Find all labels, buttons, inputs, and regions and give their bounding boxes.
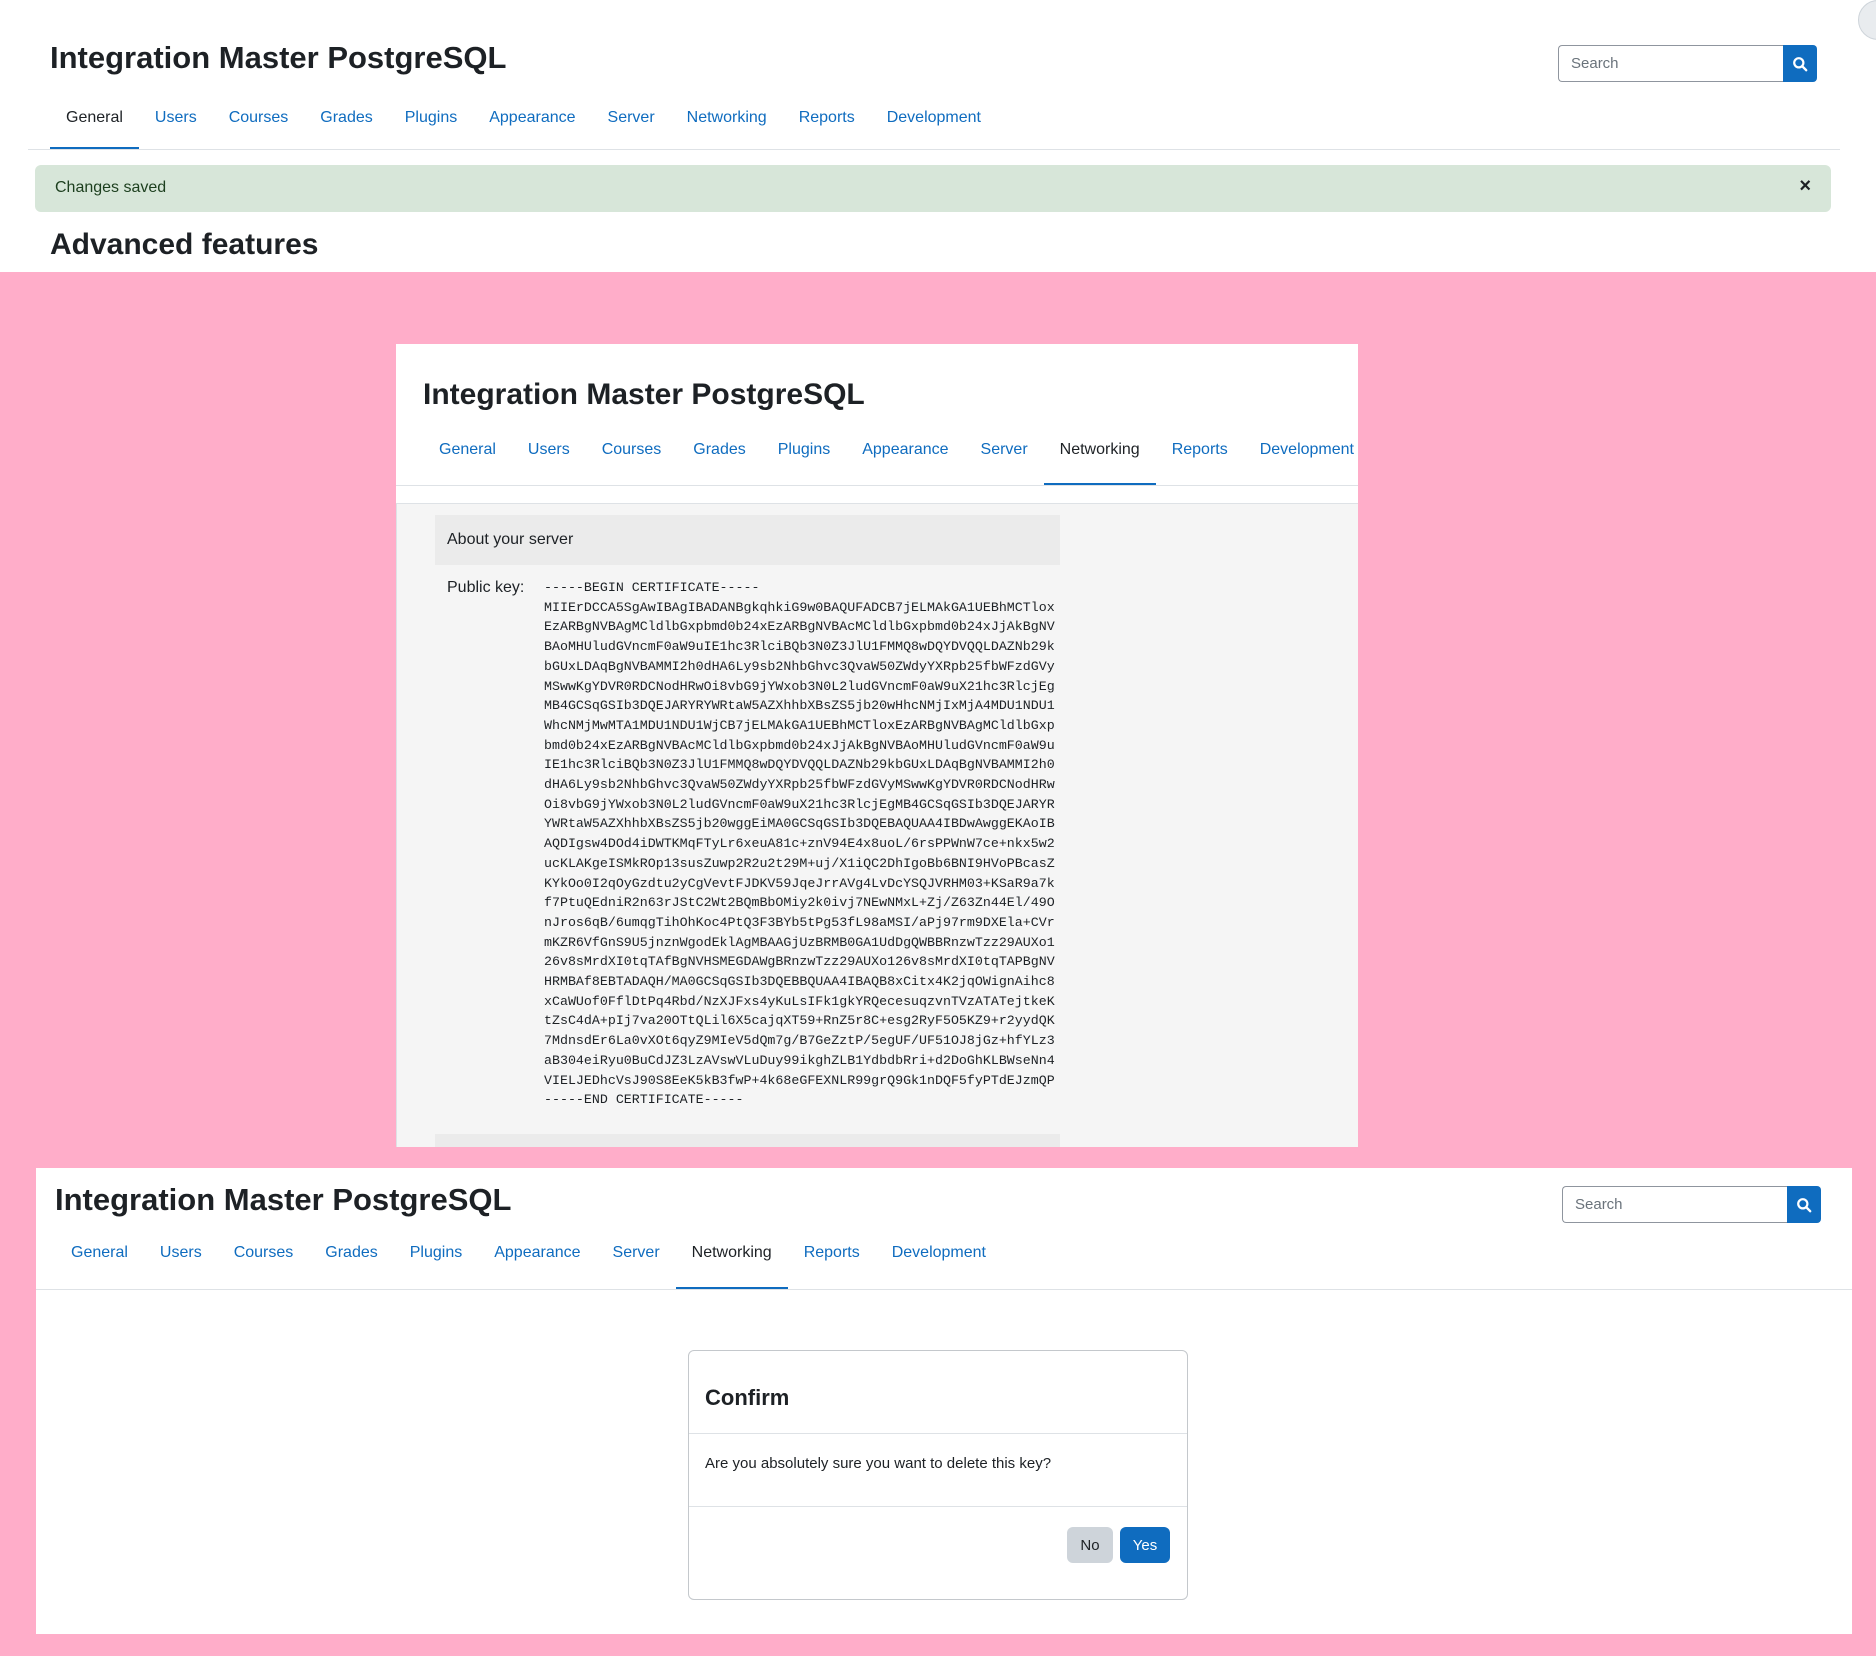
public-key-label: Public key: (447, 579, 525, 596)
section-header-about-server: About your server (435, 515, 1060, 565)
tab-general[interactable]: General (50, 100, 139, 150)
tab-courses[interactable]: Courses (213, 100, 305, 150)
public-key-line: f7PtuQEdniR2n63rJStC2Wt2BQmBbOMiy2k0ivj7… (544, 895, 1055, 911)
tab-networking[interactable]: Networking (1043, 432, 1156, 486)
search-button[interactable] (1783, 45, 1817, 82)
tab-grades[interactable]: Grades (304, 100, 388, 150)
public-key-line: bGUxLDAqBgNVBAMMI2h0dHA6Ly9sb2NhbGhvc3Qv… (544, 658, 1055, 674)
site-title: Integration Master PostgreSQL (55, 1182, 512, 1217)
public-key-line: AQDIgsw4DOd4iDWTKMqFTyLr6xeuA81c+znV94E4… (544, 836, 1055, 852)
tab-server[interactable]: Server (597, 1235, 676, 1290)
public-key-line: xCaWUof0FflDtPq4Rbd/NzXJFxs4yKuLsIFk1gkY… (544, 993, 1055, 1009)
confirm-dialog: Confirm Are you absolutely sure you want… (688, 1350, 1188, 1600)
public-key-line: aB304eiRyu0BuCdJZ3LzAVswVLuDuy99ikghZLB1… (544, 1052, 1055, 1068)
tab-networking[interactable]: Networking (675, 1235, 788, 1290)
tab-grades[interactable]: Grades (309, 1235, 393, 1290)
public-key-line: MIIErDCCA5SgAwIBAgIBADANBgkqhkiG9w0BAQUF… (544, 599, 1055, 615)
public-key-line: IE1hc3RlciBQb3N0Z3JlU1FMMQ8wDQYDVQQLDAZN… (544, 757, 1055, 773)
tab-appearance[interactable]: Appearance (478, 1235, 596, 1290)
tab-plugins[interactable]: Plugins (389, 100, 473, 150)
dialog-divider (689, 1433, 1187, 1434)
public-key-line: dHA6Ly9sb2NhbGhvc3QvaW50ZWdyYXRpb25fbWFz… (544, 777, 1055, 793)
public-key-line: 26v8sMrdXI0tqTAfBgNVHSMEGDAWgBRnzwTzz29A… (544, 954, 1055, 970)
panel-confirm: Integration Master PostgreSQL GeneralUse… (36, 1168, 1852, 1634)
page-heading: Advanced features (50, 228, 319, 261)
public-key-line: MSwwKgYDVR0RDCNodHRwOi8vbG9jYWxob3N0L2lu… (544, 678, 1055, 694)
public-key-line: KYkOo0I2qOyGzdtu2yCgVevtFJDKV59JqeJrrAVg… (544, 875, 1055, 891)
dialog-divider (689, 1506, 1187, 1507)
tab-server[interactable]: Server (965, 432, 1044, 486)
public-key-line: MB4GCSqGSIb3DQEJARYRYWRtaW5AZXhhbXBsZS5j… (544, 698, 1055, 714)
search-form (1562, 1186, 1821, 1223)
public-key-line: BAoMHUludGVncmF0aW9uIE1hc3RlciBQb3N0Z3Jl… (544, 639, 1055, 655)
tab-reports[interactable]: Reports (783, 100, 871, 150)
site-title: Integration Master PostgreSQL (50, 40, 507, 75)
success-alert: Changes saved × (35, 165, 1831, 212)
tab-courses[interactable]: Courses (218, 1235, 310, 1290)
public-key-line: HRMBAf8EBTADAQH/MA0GCSqGSIb3DQEBBQUAA4IB… (544, 974, 1055, 990)
public-key-line: bmd0b24xEzARBgNVBAcMCldlbGxpbmd0b24xJjAk… (544, 737, 1055, 753)
tab-users[interactable]: Users (144, 1235, 218, 1290)
tab-development[interactable]: Development (871, 100, 997, 150)
tab-users[interactable]: Users (512, 432, 586, 486)
search-icon (1793, 56, 1808, 71)
section-heading: About your server (447, 531, 574, 548)
tab-appearance[interactable]: Appearance (846, 432, 964, 486)
search-form (1558, 45, 1817, 82)
primary-nav: General Users Courses Grades Plugins Appearan… (423, 432, 1358, 486)
panel-networking: Integration Master PostgreSQL General Use… (396, 344, 1358, 1147)
public-key-line: ucKLAKgeISMkROp13susZuwp2R2u2t29M+uj/X1i… (544, 855, 1055, 871)
tab-development[interactable]: Development (1244, 432, 1358, 486)
tab-plugins[interactable]: Plugins (762, 432, 846, 486)
site-title: Integration Master PostgreSQL (423, 378, 865, 411)
public-key-line: 7MdnsdEr6La0vXOt6qyZ9MIeV5dQm7g/B7GeZztP… (544, 1033, 1055, 1049)
tab-reports[interactable]: Reports (1156, 432, 1244, 486)
public-key-line: mKZR6VfGnS9U5jnznWgodEklAgMBAAGjUzBRMB0G… (544, 934, 1055, 950)
no-button[interactable]: No (1067, 1527, 1113, 1563)
tab-networking[interactable]: Networking (671, 100, 783, 150)
nav-divider (36, 1289, 1852, 1290)
public-key-line: WhcNMjMwMTA1MDU1NDU1WjCB7jELMAkGA1UEBhMC… (544, 717, 1055, 733)
dialog-message: Are you absolutely sure you want to dele… (705, 1455, 1052, 1472)
tab-grades[interactable]: Grades (677, 432, 761, 486)
primary-nav: General Users Courses Grades Plugins Appearan… (55, 1235, 1002, 1290)
panel-general: Integration Master PostgreSQL GeneralUse… (0, 0, 1876, 272)
public-key-line: VIELJEDhcVsJ90S8EeK5kB3fwP+4k68eGFEXNLR9… (544, 1072, 1055, 1088)
tab-courses[interactable]: Courses (586, 432, 678, 486)
search-input[interactable] (1562, 1186, 1787, 1223)
tab-server[interactable]: Server (592, 100, 671, 150)
dialog-title: Confirm (705, 1385, 790, 1410)
tab-general[interactable]: General (55, 1235, 144, 1290)
public-key-line: -----END CERTIFICATE----- (544, 1092, 744, 1108)
public-key-line: Oi8vbG9jYWxob3N0L2ludGVncmF0aW9uX21hc3Rl… (544, 796, 1055, 812)
alert-message: Changes saved (55, 179, 167, 196)
next-section-header (435, 1134, 1060, 1147)
public-key-value: -----BEGIN CERTIFICATE----- MIIErDCCA5SgA… (544, 578, 1064, 1110)
tab-users[interactable]: Users (139, 100, 213, 150)
nav-divider (28, 149, 1840, 150)
nav-divider (396, 485, 1358, 486)
primary-nav: General Users Courses Grades Plugins Appearan… (50, 100, 997, 150)
tab-plugins[interactable]: Plugins (394, 1235, 478, 1290)
search-icon (1797, 1197, 1812, 1212)
tab-general[interactable]: General (423, 432, 512, 486)
tab-appearance[interactable]: Appearance (473, 100, 591, 150)
tab-reports[interactable]: Reports (788, 1235, 876, 1290)
close-icon[interactable]: × (1799, 176, 1811, 196)
public-key-line: -----BEGIN CERTIFICATE----- (544, 580, 760, 595)
tab-development[interactable]: Development (876, 1235, 1002, 1290)
search-button[interactable] (1787, 1186, 1821, 1223)
public-key-line: EzARBgNVBAgMCldlbGxpbmd0b24xEzARBgNVBAcM… (544, 619, 1055, 635)
public-key-line: YWRtaW5AZXhhbXBsZS5jb20wggEiMA0GCSqGSIb3… (544, 816, 1055, 832)
yes-button[interactable]: Yes (1120, 1527, 1170, 1563)
public-key-line: nJros6qB/6umqgTihOhKoc4PtQ3F3BYb5tPg53fL… (544, 914, 1055, 930)
public-key-line: tZsC4dA+pIj7va20OTtQLil6X5cajqXT59+RnZ5r… (544, 1013, 1055, 1029)
search-input[interactable] (1558, 45, 1783, 82)
